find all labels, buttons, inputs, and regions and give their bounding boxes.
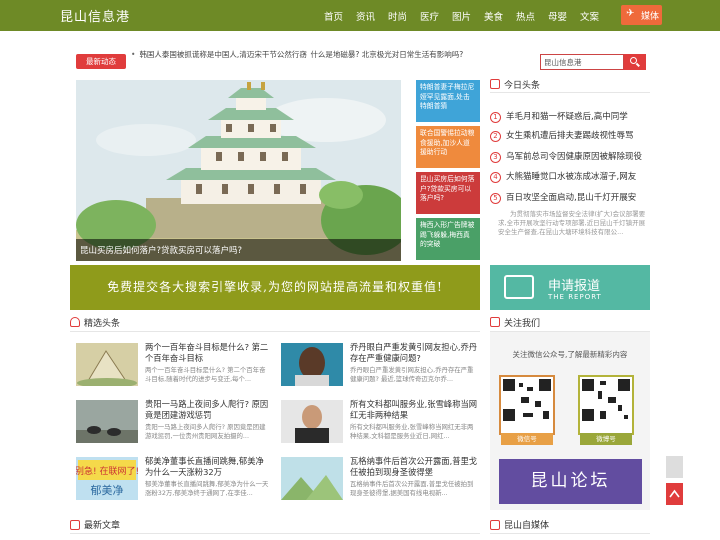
list-item[interactable]: 3 乌军前总司令因健康原因被解除现役: [490, 150, 650, 163]
list-item[interactable]: 1 羊毛月和猫一杯疑惑后,高中同学: [490, 110, 650, 123]
list-item-text: 大熊猫睡觉口水被冻成冰溜子,网友: [506, 172, 637, 182]
list-item[interactable]: 4 大熊猫睡觉口水被冻成冰溜子,网友: [490, 170, 650, 183]
side-tile[interactable]: 梅西入形广告牌被踢飞躲躲,梅西真的突破: [416, 218, 480, 260]
follow-description: 关注微信公众号,了解最新精彩内容: [512, 350, 628, 359]
pick-summary: 郁美净董事长直播间跳舞,郁美净为什么一天涨粉32万,郁美净终于通网了,在李佳..…: [145, 480, 269, 497]
picks-title: 精选头条: [84, 319, 121, 329]
pick-summary: 两个一百年奋斗目标是什么? 第二个百年奋斗目标,随着时代的进步与变迁,每个...: [145, 366, 266, 383]
latest-news-tag: 最新动态: [76, 54, 126, 69]
search-input[interactable]: 昆山信息港: [540, 54, 624, 70]
paper-plane-icon: ✈: [626, 8, 635, 19]
report-banner[interactable]: 申请报道 THE REPORT: [490, 265, 650, 310]
profile-card-icon: [490, 520, 500, 530]
side-tile[interactable]: 昆山买房后如何落户?贷款买房可以落户吗?: [416, 172, 480, 214]
svg-text:别急! 在联网了!: 别急! 在联网了!: [76, 465, 138, 477]
ad-banner[interactable]: 免费提交各大搜索引擎收录,为您的网站提高流量和权重值!: [70, 265, 480, 310]
list-item-text: 百日攻坚全面启动,昆山千灯开展安: [506, 193, 637, 203]
list-item-text: 女生乘机遭后排夫妻踢歧视性辱骂: [506, 131, 634, 141]
media-button[interactable]: ✈ 媒体: [621, 5, 662, 25]
hero-caption: 昆山买房后如何落户?贷款买房可以落户吗?: [76, 239, 401, 261]
ticker-item[interactable]: • 韩国人泰国被抓谎称是中国人,清迈宋干节公然行窃: [131, 49, 307, 60]
site-logo[interactable]: 昆山信息港: [60, 6, 130, 25]
side-tile[interactable]: 联合国警惕拉动粮食援助,加沙人道援助行动: [416, 126, 480, 168]
nav-hot[interactable]: 热点: [516, 9, 535, 23]
pick-thumbnail[interactable]: [76, 400, 138, 443]
pick-thumbnail[interactable]: [281, 400, 343, 443]
pick-summary: 所有文科都叫服务业,张雪峰称当网红无非两种结果,文科都是服务业近日,网红...: [350, 423, 474, 440]
bullet-icon: •: [131, 50, 136, 59]
pick-title[interactable]: 郁美净董事长直播间跳舞,郁美净为什么一天涨粉32万: [145, 456, 270, 478]
media-button-label: 媒体: [641, 12, 660, 22]
pick-thumbnail[interactable]: [76, 343, 138, 386]
pick-title[interactable]: 瓦格纳事件后首次公开露面,普里戈任被拍到现身圣彼得堡: [350, 456, 478, 478]
nav-pictures[interactable]: 图片: [452, 9, 471, 23]
report-subtitle: THE REPORT: [548, 293, 602, 301]
weibo-qr-code[interactable]: 微博号: [578, 375, 634, 445]
list-item-text: 乌军前总司令因健康原因被解除现役: [506, 152, 643, 162]
ticker-item-text: 韩国人泰国被抓谎称是中国人,清迈宋干节公然行窃: [139, 50, 307, 59]
today-title: 今日头条: [504, 81, 541, 91]
list-item[interactable]: 5 百日攻坚全面启动,昆山千灯开展安: [490, 191, 650, 204]
nav-fashion[interactable]: 时尚: [388, 9, 407, 23]
latest-title: 最新文章: [84, 521, 121, 531]
follow-title: 关注我们: [504, 319, 541, 329]
ticker-item[interactable]: • 什么是地磁暴? 北京极光对日常生活有影响吗?: [302, 49, 463, 60]
hero-slide[interactable]: 昆山买房后如何落户?贷款买房可以落户吗?: [76, 80, 401, 261]
report-title: 申请报道: [548, 279, 601, 294]
pick-thumbnail[interactable]: [281, 457, 343, 500]
castle-illustration: [76, 80, 401, 261]
pick-thumbnail[interactable]: [281, 343, 343, 386]
pick-title[interactable]: 乔丹眼白严重发黄引网友担心,乔丹存在严重健康问题?: [350, 342, 478, 364]
bullet-icon: •: [302, 50, 307, 59]
qr-code-icon: [582, 379, 630, 421]
search-button[interactable]: [624, 54, 646, 70]
kunshan-forum-banner[interactable]: 昆山论坛: [499, 459, 642, 504]
picks-icon: [70, 317, 80, 327]
back-to-top-button[interactable]: [666, 483, 683, 505]
wechat-qr-code[interactable]: 微信号: [499, 375, 555, 445]
nav-copywriting[interactable]: 文案: [580, 9, 599, 23]
weibo-label: 微博号: [580, 433, 632, 445]
ticker-item-text: 什么是地磁暴? 北京极光对日常生活有影响吗?: [310, 50, 464, 59]
qr-code-icon: [503, 379, 551, 421]
top-header: 昆山信息港 首页 资讯 时尚 医疗 图片 美食 热点 母婴 文案 ✈ 媒体: [0, 0, 720, 31]
side-float-button[interactable]: [666, 456, 683, 478]
list-item[interactable]: 2 女生乘机遭后排夫妻踢歧视性辱骂: [490, 129, 650, 142]
nav-home[interactable]: 首页: [324, 9, 343, 23]
side-tile[interactable]: 特朗普妻子梅拉尼娅罕见露面,处击特朗普猜: [416, 80, 480, 122]
wechat-label: 微信号: [501, 433, 553, 445]
pick-summary: 贵阳一马路上夜间多人爬行? 原因竟是团建游戏惩罚,一位贵州贵阳网友拍摄的...: [145, 423, 266, 440]
pick-summary: 乔丹眼白严重发黄引网友担心,乔丹存在严重健康问题? 最近,篮球传奇迈克尔乔...: [350, 366, 474, 383]
headline-icon: [490, 79, 500, 89]
pick-title[interactable]: 贵阳一马路上夜间多人爬行? 原因竟是团建游戏惩罚: [145, 399, 270, 421]
list-item-text: 羊毛月和猫一杯疑惑后,高中同学: [506, 112, 628, 122]
arrow-up-icon: [669, 489, 680, 498]
pick-summary: 瓦格纳事件后首次公开露面,普里戈任被拍到现身圣彼得堡,据美国有线电视新...: [350, 480, 474, 497]
list-icon: [70, 520, 80, 530]
nav-baby[interactable]: 母婴: [548, 9, 567, 23]
pick-title[interactable]: 两个一百年奋斗目标是什么? 第二个百年奋斗目标: [145, 342, 270, 364]
svg-text:郁美净: 郁美净: [91, 483, 124, 497]
pulse-monitor-icon: [504, 275, 534, 299]
nav-food[interactable]: 美食: [484, 9, 503, 23]
tv-icon: [490, 317, 500, 327]
self-media-title: 昆山自媒体: [504, 521, 550, 531]
nav-medical[interactable]: 医疗: [420, 9, 439, 23]
headline-summary: 为贯彻落实市场监督安全法律(扩大)会议部署要求,全市开展攻坚行动专项部署,近日昆…: [498, 210, 646, 236]
pick-thumbnail[interactable]: 别急! 在联网了! 郁美净: [76, 457, 138, 500]
nav-news[interactable]: 资讯: [356, 9, 375, 23]
pick-title[interactable]: 所有文科都叫服务业,张雪峰称当网红无非两种结果: [350, 399, 478, 421]
